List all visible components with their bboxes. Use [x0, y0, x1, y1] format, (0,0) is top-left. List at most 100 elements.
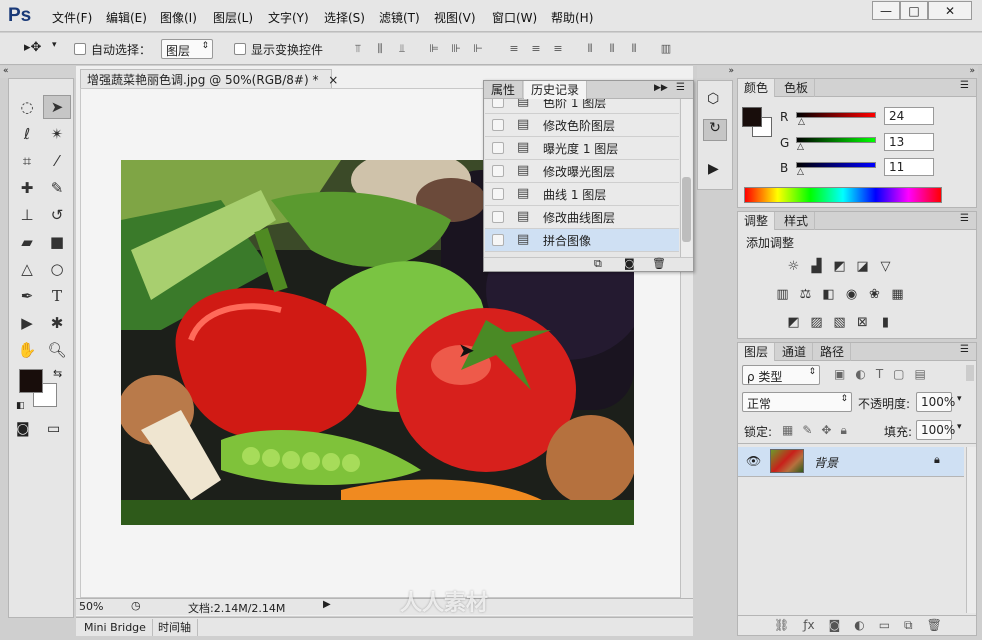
- gradient-map-icon[interactable]: ▮: [877, 315, 894, 330]
- distribute-vcenter-icon[interactable]: ≡: [528, 42, 544, 56]
- link-layers-icon[interactable]: ⛓: [774, 618, 789, 633]
- menu-edit[interactable]: 编辑(E): [106, 9, 147, 26]
- align-bottom-icon[interactable]: ⫫: [394, 42, 410, 56]
- layer-row-background[interactable]: 👁︎ 背景 🔒︎: [738, 447, 964, 477]
- history-scrollbar[interactable]: [680, 99, 692, 257]
- red-slider-handle-icon[interactable]: △: [798, 117, 805, 127]
- trash-icon[interactable]: 🗑︎: [652, 257, 666, 270]
- posterize-icon[interactable]: ▨: [808, 315, 825, 330]
- color-spectrum-bar[interactable]: [744, 187, 942, 203]
- lock-image-icon[interactable]: ✎: [802, 423, 812, 438]
- stamp-tool-icon[interactable]: ⊥: [13, 203, 41, 227]
- fill-input[interactable]: 100%: [916, 420, 955, 440]
- type-tool-icon[interactable]: T: [43, 284, 71, 308]
- move-tool-icon[interactable]: ➤: [43, 95, 71, 119]
- dock-collapse-icon[interactable]: »: [697, 66, 737, 78]
- minimize-button[interactable]: —: [872, 1, 900, 20]
- menu-image[interactable]: 图像(I): [160, 9, 197, 26]
- blue-value-input[interactable]: 11: [884, 158, 934, 176]
- panel-menu-icon[interactable]: ☰: [960, 344, 969, 355]
- black-white-icon[interactable]: ◧: [820, 287, 837, 302]
- hand-tool-icon[interactable]: ✋: [13, 338, 41, 362]
- auto-align-icon[interactable]: ▥: [658, 42, 674, 56]
- filter-toggle[interactable]: [966, 365, 974, 381]
- 3d-icon[interactable]: ⬡: [707, 91, 719, 107]
- trash-icon[interactable]: 🗑︎: [927, 618, 942, 633]
- distribute-bottom-icon[interactable]: ≡: [550, 42, 566, 56]
- history-row-active[interactable]: ▤ 拼合图像: [485, 229, 679, 252]
- tab-channels[interactable]: 通道: [776, 343, 814, 361]
- chevron-down-icon[interactable]: ▾: [957, 394, 962, 404]
- menu-view[interactable]: 视图(V): [434, 9, 476, 26]
- green-slider-handle-icon[interactable]: △: [797, 142, 804, 152]
- chevron-down-icon[interactable]: ▾: [957, 422, 962, 432]
- foreground-color-swatch[interactable]: [19, 369, 43, 393]
- menu-type[interactable]: 文字(Y): [268, 9, 309, 26]
- quick-mask-icon[interactable]: ◙: [16, 421, 30, 437]
- swap-colors-icon[interactable]: ⇆: [53, 367, 62, 380]
- close-tab-icon[interactable]: ×: [328, 73, 338, 87]
- threshold-icon[interactable]: ▧: [831, 315, 848, 330]
- align-right-icon[interactable]: ⊩: [470, 42, 486, 56]
- red-value-input[interactable]: 24: [884, 107, 934, 125]
- auto-select-checkbox[interactable]: [74, 43, 86, 55]
- panel-menu-icon[interactable]: ☰: [960, 80, 969, 91]
- transform-checkbox[interactable]: [234, 43, 246, 55]
- align-left-icon[interactable]: ⊫: [426, 42, 442, 56]
- history-scroll-thumb[interactable]: [682, 177, 691, 242]
- maximize-button[interactable]: □: [900, 1, 928, 20]
- status-arrow-icon[interactable]: ▶: [323, 599, 331, 610]
- group-folder-icon[interactable]: ▭: [879, 618, 890, 633]
- blue-slider[interactable]: [796, 162, 876, 168]
- filter-type-icon[interactable]: T: [876, 367, 883, 381]
- path-select-tool-icon[interactable]: ▶: [13, 311, 41, 335]
- photo-filter-icon[interactable]: ◉: [843, 287, 860, 302]
- new-layer-icon[interactable]: ⧉: [904, 618, 913, 633]
- adjustment-layer-icon[interactable]: ◐: [854, 618, 864, 633]
- menu-help[interactable]: 帮助(H): [551, 9, 593, 26]
- crop-tool-icon[interactable]: ⌗: [13, 149, 41, 173]
- panel-collapse-icon[interactable]: ▶▶: [654, 83, 668, 93]
- invert-icon[interactable]: ◩: [785, 315, 802, 330]
- selective-color-icon[interactable]: ⊠: [854, 315, 871, 330]
- new-document-from-state-icon[interactable]: ⧉: [594, 257, 602, 271]
- chevron-down-icon[interactable]: ▾: [52, 40, 57, 50]
- foreground-color-swatch[interactable]: [742, 107, 762, 127]
- panel-menu-icon[interactable]: ☰: [676, 82, 685, 93]
- tab-swatches[interactable]: 色板: [778, 79, 816, 97]
- distribute-top-icon[interactable]: ≡: [506, 42, 522, 56]
- layer-filter-dropdown[interactable]: ρ 类型 ⇕: [742, 365, 820, 385]
- tab-paths[interactable]: 路径: [814, 343, 852, 361]
- brush-tool-icon[interactable]: ✎: [43, 176, 71, 200]
- visibility-eye-icon[interactable]: 👁︎: [746, 454, 761, 468]
- history-row[interactable]: ▤ 修改曲线图层: [485, 206, 679, 229]
- eyedropper-tool-icon[interactable]: ⁄: [43, 149, 71, 173]
- auto-select-dropdown[interactable]: 图层 ⇕: [161, 39, 213, 59]
- toolbar-collapse-icon[interactable]: «: [0, 66, 76, 78]
- history-row[interactable]: ▤ 修改色阶图层: [485, 114, 679, 137]
- document-tab[interactable]: 增强蔬菜艳丽色调.jpg @ 50%(RGB/8#) * ×: [80, 69, 338, 88]
- blue-slider-handle-icon[interactable]: △: [797, 167, 804, 177]
- menu-select[interactable]: 选择(S): [324, 9, 365, 26]
- lasso-tool-icon[interactable]: ℓ: [13, 122, 41, 146]
- menu-window[interactable]: 窗口(W): [492, 9, 537, 26]
- zoom-level[interactable]: 50%: [79, 600, 103, 613]
- gradient-tool-icon[interactable]: ■: [43, 230, 71, 254]
- filter-shape-icon[interactable]: ▢: [893, 367, 904, 381]
- layer-name[interactable]: 背景: [814, 454, 838, 471]
- blend-mode-dropdown[interactable]: 正常 ⇕: [742, 392, 852, 412]
- tab-timeline[interactable]: 时间轴: [152, 619, 198, 636]
- hue-saturation-icon[interactable]: ▥: [774, 287, 791, 302]
- status-menu-icon[interactable]: ◷: [131, 599, 141, 612]
- distribute-right-icon[interactable]: ⦀: [626, 42, 642, 56]
- zoom-tool-icon[interactable]: 🔍︎: [43, 338, 71, 362]
- distribute-left-icon[interactable]: ⦀: [582, 42, 598, 56]
- magic-wand-tool-icon[interactable]: ✴: [43, 122, 71, 146]
- default-colors-icon[interactable]: ◧: [16, 401, 25, 411]
- close-button[interactable]: ✕: [928, 1, 972, 20]
- history-dock-icon[interactable]: ↻: [703, 119, 727, 141]
- menu-layer[interactable]: 图层(L): [213, 9, 253, 26]
- align-hcenter-icon[interactable]: ⊪: [448, 42, 464, 56]
- distribute-hcenter-icon[interactable]: ⦀: [604, 42, 620, 56]
- panel-menu-icon[interactable]: ☰: [960, 213, 969, 224]
